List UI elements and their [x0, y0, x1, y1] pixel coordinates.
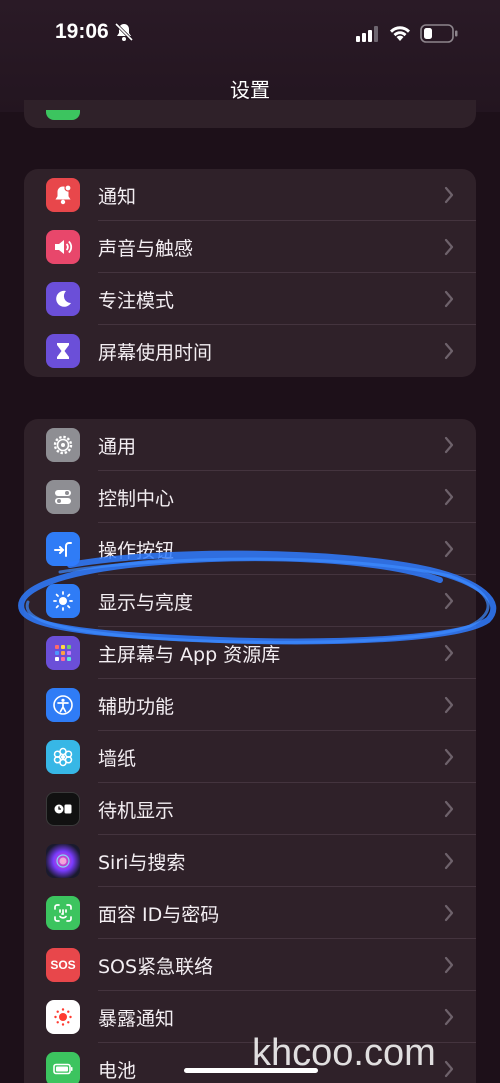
- bell-icon: [46, 178, 80, 212]
- settings-row-siri[interactable]: Siri与搜索: [24, 835, 476, 887]
- settings-row-accessibility[interactable]: 辅助功能: [24, 679, 476, 731]
- settings-row-label: 声音与触感: [98, 238, 194, 260]
- chevron-right-icon: [444, 540, 454, 558]
- settings-row-label: 屏幕使用时间: [98, 342, 213, 364]
- settings-row-label: 墙纸: [98, 748, 137, 770]
- settings-row-screen-time[interactable]: 屏幕使用时间: [24, 325, 476, 377]
- chevron-right-icon: [444, 436, 454, 454]
- settings-row-notifications[interactable]: 通知: [24, 169, 476, 221]
- settings-row-control-center[interactable]: 控制中心: [24, 471, 476, 523]
- settings-row-label: 专注模式: [98, 290, 175, 312]
- speaker-icon: [46, 230, 80, 264]
- previous-group-edge: [24, 100, 476, 128]
- chevron-right-icon: [444, 956, 454, 974]
- settings-row-label: 通知: [98, 186, 137, 208]
- settings-row-label: 暴露通知: [98, 1008, 175, 1030]
- settings-row-standby[interactable]: 待机显示: [24, 783, 476, 835]
- settings-group-general: 通用 控制中心 操作按钮 显示与亮度 主屏幕与 App 资源库 辅助功能 墙纸 …: [24, 419, 476, 1083]
- chevron-right-icon: [444, 290, 454, 308]
- signal-icon: [356, 26, 378, 42]
- flower-icon: [46, 740, 80, 774]
- settings-row-label: 显示与亮度: [98, 592, 194, 614]
- settings-row-label: 控制中心: [98, 488, 175, 510]
- settings-row-label: SOS紧急联络: [98, 956, 214, 978]
- chevron-right-icon: [444, 904, 454, 922]
- home-indicator[interactable]: [184, 1068, 318, 1073]
- settings-group-notifications: 通知 声音与触感 专注模式 屏幕使用时间: [24, 169, 476, 377]
- settings-row-label: 辅助功能: [98, 696, 175, 718]
- sos-icon: SOS: [46, 948, 80, 982]
- chevron-right-icon: [444, 748, 454, 766]
- settings-row-sos[interactable]: SOS SOS紧急联络: [24, 939, 476, 991]
- settings-row-label: 主屏幕与 App 资源库: [98, 644, 281, 666]
- sun-icon: [46, 584, 80, 618]
- settings-row-label: 面容 ID与密码: [98, 904, 220, 926]
- settings-row-label: 通用: [98, 436, 137, 458]
- hourglass-icon: [46, 334, 80, 368]
- settings-row-general[interactable]: 通用: [24, 419, 476, 471]
- toggles-icon: [46, 480, 80, 514]
- settings-row-display-brightness[interactable]: 显示与亮度: [24, 575, 476, 627]
- settings-row-sounds[interactable]: 声音与触感: [24, 221, 476, 273]
- chevron-right-icon: [444, 644, 454, 662]
- bell-off-icon: [114, 22, 134, 42]
- wifi-icon: [390, 26, 410, 41]
- action-button-icon: [46, 532, 80, 566]
- chevron-right-icon: [444, 1060, 454, 1078]
- settings-row-label: 电池: [98, 1060, 137, 1082]
- moon-icon: [46, 282, 80, 316]
- settings-row-focus[interactable]: 专注模式: [24, 273, 476, 325]
- settings-row-wallpaper[interactable]: 墙纸: [24, 731, 476, 783]
- settings-row-label: Siri与搜索: [98, 852, 186, 874]
- sos-icon-text: SOS: [50, 958, 76, 972]
- status-time: 19:06: [55, 20, 109, 43]
- faceid-icon: [46, 896, 80, 930]
- chevron-right-icon: [444, 1008, 454, 1026]
- chevron-right-icon: [444, 800, 454, 818]
- grid-icon: [46, 636, 80, 670]
- standby-icon: [46, 792, 80, 826]
- chevron-right-icon: [444, 342, 454, 360]
- battery-icon: [420, 24, 458, 43]
- chevron-right-icon: [444, 852, 454, 870]
- battery-icon: [46, 1052, 80, 1083]
- chevron-right-icon: [444, 238, 454, 256]
- siri-icon: [46, 844, 80, 878]
- settings-row-faceid[interactable]: 面容 ID与密码: [24, 887, 476, 939]
- gear-icon: [46, 428, 80, 462]
- settings-row-home-screen[interactable]: 主屏幕与 App 资源库: [24, 627, 476, 679]
- status-bar: 19:06: [0, 0, 500, 64]
- accessibility-icon: [46, 688, 80, 722]
- chevron-right-icon: [444, 186, 454, 204]
- chevron-right-icon: [444, 488, 454, 506]
- settings-row-action-button[interactable]: 操作按钮: [24, 523, 476, 575]
- exposure-icon: [46, 1000, 80, 1034]
- previous-item-icon: [46, 110, 80, 120]
- chevron-right-icon: [444, 696, 454, 714]
- settings-row-label: 操作按钮: [98, 540, 175, 562]
- page-title: 设置: [230, 78, 270, 102]
- chevron-right-icon: [444, 592, 454, 610]
- settings-row-label: 待机显示: [98, 800, 175, 822]
